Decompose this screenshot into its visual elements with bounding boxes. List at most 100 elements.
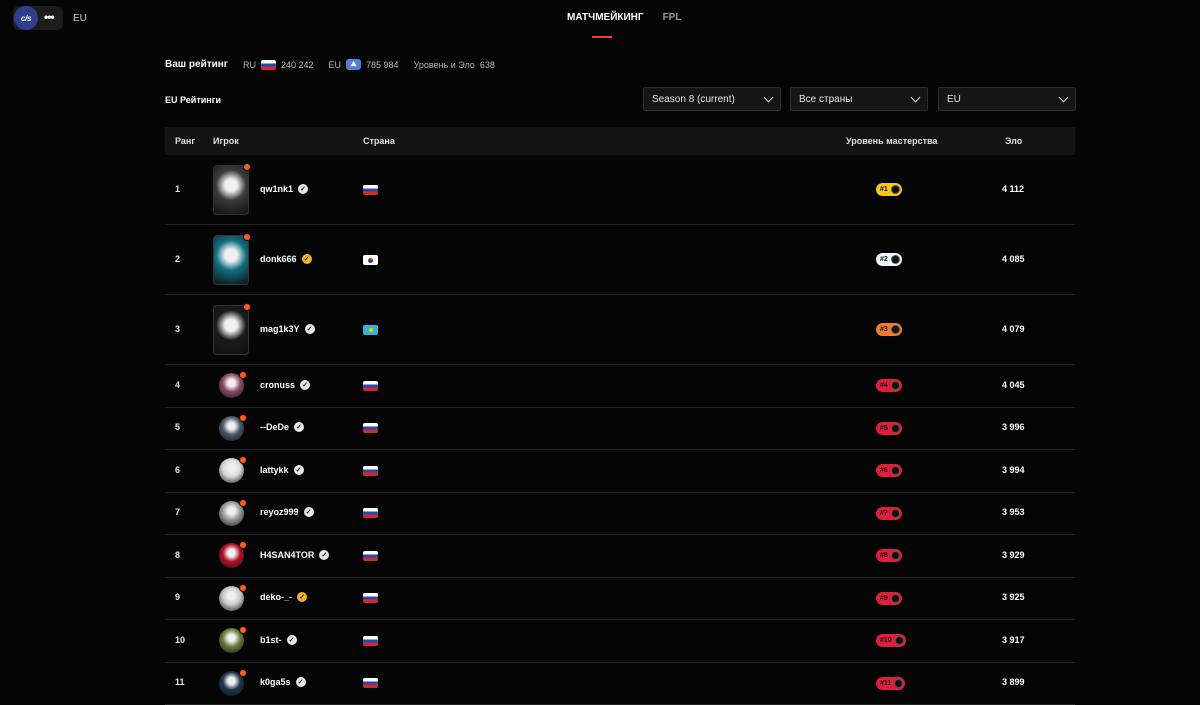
table-row[interactable]: 3mag1k3Y✓#34 079 [165, 295, 1075, 365]
russia-flag-icon [261, 60, 276, 70]
tab-fpl[interactable]: FPL [663, 12, 682, 23]
level-elo-value: 638 [480, 60, 495, 70]
country-flag-icon [363, 255, 378, 265]
region-label[interactable]: EU [73, 13, 87, 24]
elo-value: 4 112 [1002, 184, 1024, 194]
level-icon [894, 679, 903, 688]
country-flag-icon [363, 381, 378, 391]
player-nickname-text[interactable]: H4SAN4TOR [260, 550, 314, 560]
table-row[interactable]: 1qw1nk1✓#14 112 [165, 155, 1075, 225]
player-nickname[interactable]: reyoz999 ✓ [260, 507, 314, 517]
level-badge: #8 [876, 549, 902, 562]
player-nickname[interactable]: k0ga5s ✓ [260, 677, 306, 687]
level-badge-text: #5 [880, 425, 888, 432]
country-select-value: Все страны [799, 94, 852, 105]
table-row[interactable]: 9deko-_-✓#93 925 [165, 578, 1075, 621]
header-elo: Эло [1005, 136, 1022, 146]
table-row[interactable]: 10b1st-✓#103 917 [165, 620, 1075, 663]
level-badge: #10 [876, 634, 906, 647]
header-player: Игрок [213, 136, 239, 146]
level-icon [891, 325, 900, 334]
rank-number: 3 [175, 324, 180, 334]
country-flag-icon [363, 551, 378, 561]
avatar[interactable] [213, 305, 249, 355]
player-nickname-text[interactable]: deko-_- [260, 592, 292, 602]
online-status-dot [243, 163, 251, 171]
player-nickname[interactable]: lattykk ✓ [260, 465, 304, 475]
season-select[interactable]: Season 8 (current) [643, 87, 781, 111]
player-nickname-text[interactable]: donk666 [260, 254, 297, 264]
table-body: 1qw1nk1✓#14 1122donk666✓#24 0853mag1k3Y✓… [165, 155, 1075, 705]
country-flag-icon [363, 508, 378, 518]
eu-rating: EU ⛰ 785 984 [329, 59, 399, 70]
main-tabs: МАТЧМЕЙКИНГ FPL [567, 12, 681, 23]
country-flag-icon [363, 678, 378, 688]
verified-icon: ✓ [296, 677, 306, 687]
player-nickname[interactable]: --DeDe✓ [260, 422, 304, 432]
table-row[interactable]: 8H4SAN4TOR✓#83 929 [165, 535, 1075, 578]
table-row[interactable]: 4cronuss✓#44 045 [165, 365, 1075, 408]
player-nickname[interactable]: mag1k3Y✓ [260, 324, 315, 334]
elo-value: 3 994 [1002, 465, 1025, 475]
table-row[interactable]: 6lattykk✓#63 994 [165, 450, 1075, 493]
more-icon[interactable]: ••• [44, 10, 54, 24]
header-rank: Ранг [175, 136, 195, 146]
level-badge: #4 [876, 379, 902, 392]
level-icon [891, 381, 900, 390]
online-status-dot [239, 414, 247, 422]
verified-icon: ✓ [304, 507, 314, 517]
country-flag-icon [363, 325, 378, 335]
chevron-down-icon [764, 93, 774, 103]
player-nickname-text[interactable]: k0ga5s [260, 677, 291, 687]
verified-icon: ✓ [294, 465, 304, 475]
player-nickname[interactable]: deko-_- ✓ [260, 592, 307, 602]
player-nickname-text[interactable]: reyoz999 [260, 507, 299, 517]
level-badge-text: #4 [880, 382, 888, 389]
table-header: Ранг Игрок Страна Уровень мастерства Эло [165, 127, 1075, 155]
table-row[interactable]: 2donk666✓#24 085 [165, 225, 1075, 295]
level-badge: #3 [876, 323, 902, 336]
eu-rank-value: 785 984 [366, 60, 399, 70]
rankings-table: Ранг Игрок Страна Уровень мастерства Эло… [165, 127, 1075, 705]
player-nickname[interactable]: b1st-✓ [260, 635, 297, 645]
section-title: EU Рейтинги [165, 95, 221, 105]
table-row[interactable]: 5--DeDe✓#53 996 [165, 408, 1075, 451]
player-nickname-text[interactable]: --DeDe [260, 422, 289, 432]
elo-value: 4 045 [1002, 380, 1025, 390]
game-switcher[interactable]: c/s ••• [13, 6, 63, 30]
level-badge-text: #1 [880, 186, 888, 193]
player-nickname-text[interactable]: cronuss [260, 380, 295, 390]
elo-value: 3 929 [1002, 550, 1025, 560]
cs-logo[interactable]: c/s [14, 6, 38, 30]
verified-icon: ✓ [298, 184, 308, 194]
level-badge: #11 [876, 677, 905, 690]
player-nickname[interactable]: donk666✓ [260, 254, 312, 264]
online-status-dot [239, 669, 247, 677]
elo-value: 3 953 [1002, 507, 1025, 517]
level-badge-text: #9 [880, 595, 888, 602]
player-nickname-text[interactable]: lattykk [260, 465, 289, 475]
level-badge-text: #6 [880, 467, 888, 474]
level-badge-text: #7 [880, 510, 888, 517]
avatar[interactable] [213, 235, 249, 285]
online-status-dot [243, 303, 251, 311]
player-nickname-text[interactable]: b1st- [260, 635, 282, 645]
table-row[interactable]: 7reyoz999✓#73 953 [165, 493, 1075, 536]
top-bar: c/s ••• EU МАТЧМЕЙКИНГ FPL [0, 0, 1200, 36]
tab-matchmaking[interactable]: МАТЧМЕЙКИНГ [567, 12, 644, 23]
elo-value: 3 917 [1002, 635, 1025, 645]
avatar[interactable] [213, 165, 249, 215]
player-nickname[interactable]: qw1nk1 ✓ [260, 184, 308, 194]
country-select[interactable]: Все страны [790, 87, 928, 111]
country-flag-icon [363, 423, 378, 433]
country-flag-icon [363, 185, 378, 195]
level-elo: Уровень и Эло 638 [414, 60, 495, 70]
region-select[interactable]: EU [938, 87, 1076, 111]
verified-icon: ✓ [297, 592, 307, 602]
region-select-value: EU [947, 94, 961, 105]
country-flag-icon [363, 636, 378, 646]
player-nickname[interactable]: cronuss✓ [260, 380, 310, 390]
player-nickname[interactable]: H4SAN4TOR✓ [260, 550, 329, 560]
player-nickname-text[interactable]: qw1nk1 [260, 184, 293, 194]
player-nickname-text[interactable]: mag1k3Y [260, 324, 300, 334]
